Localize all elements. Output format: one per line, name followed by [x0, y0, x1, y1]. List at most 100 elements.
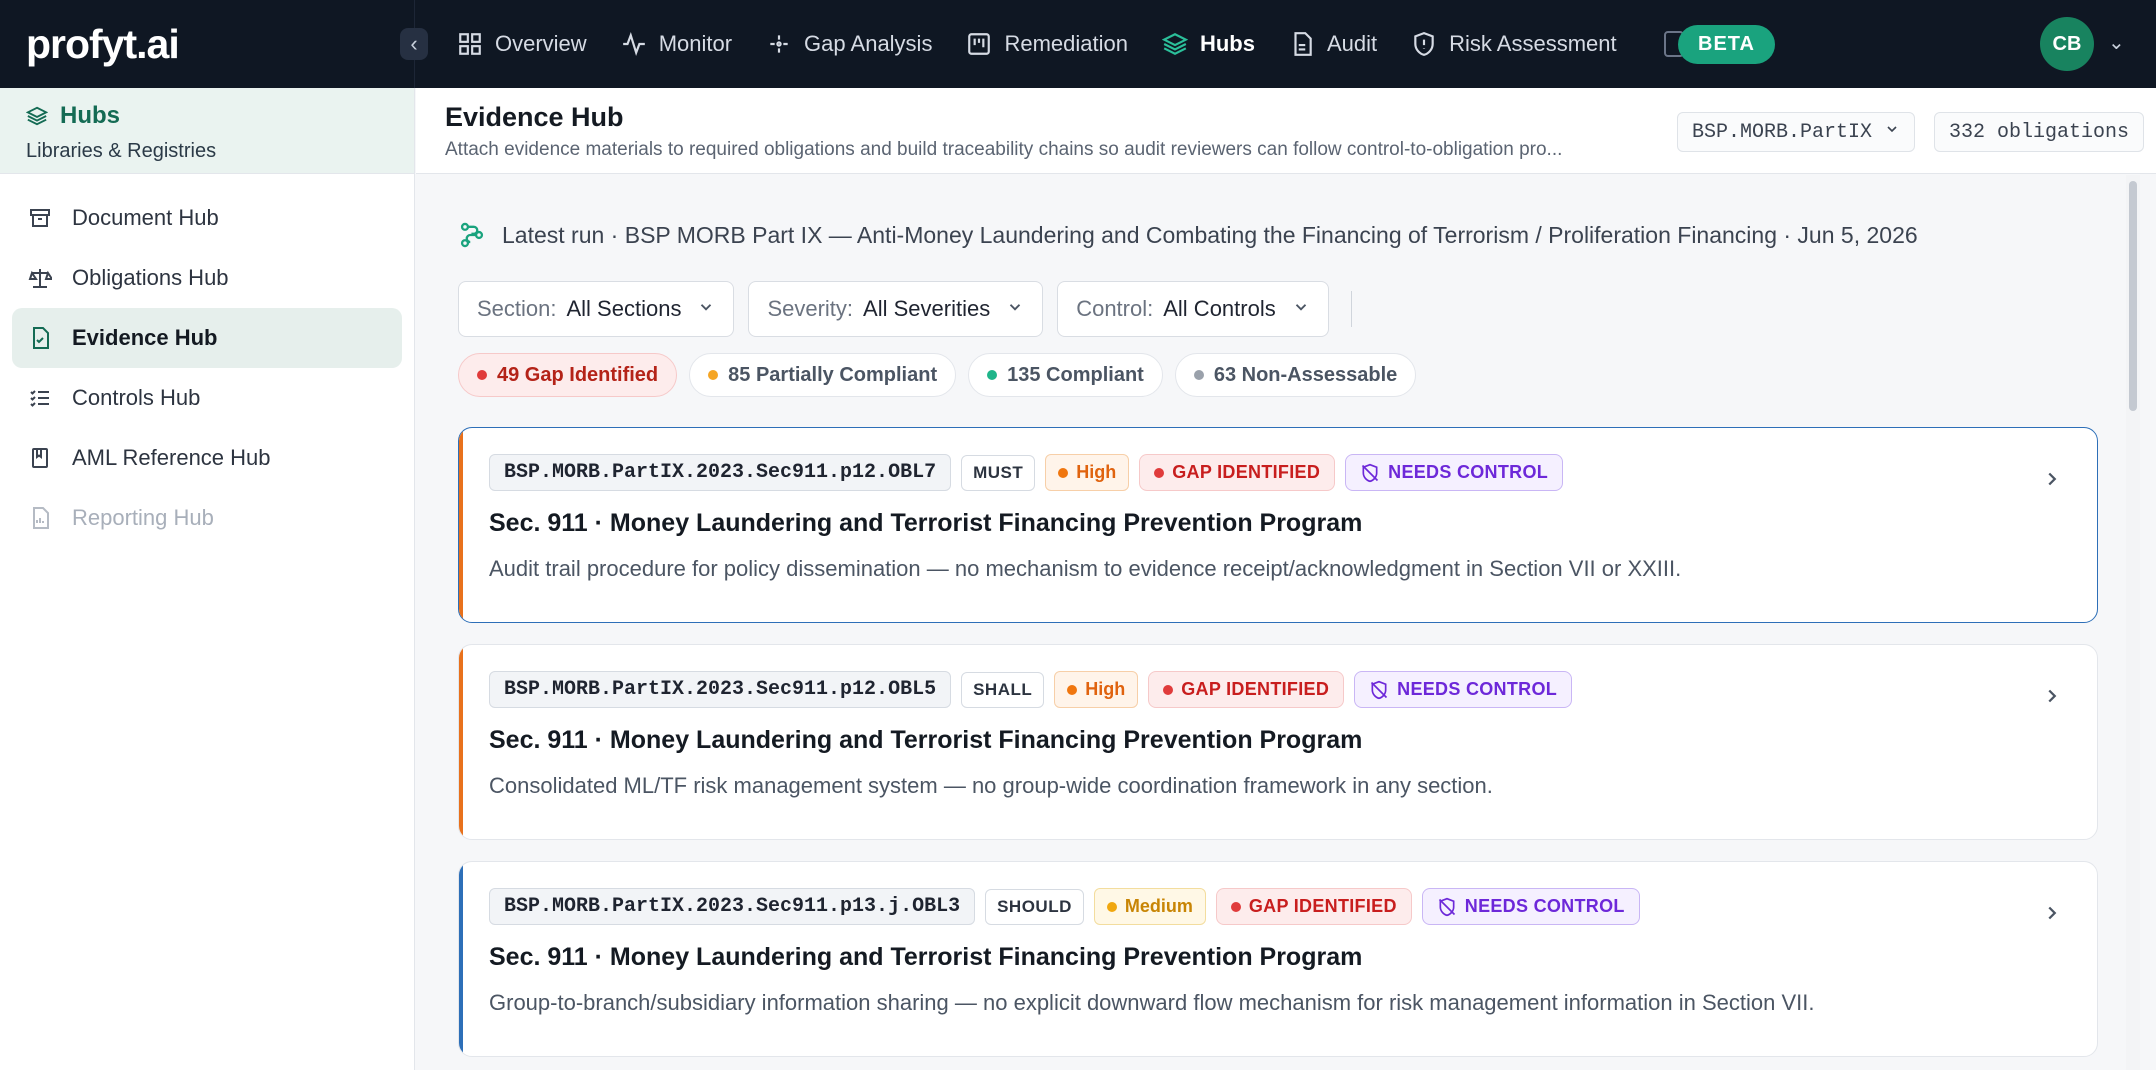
- pill-compliant[interactable]: 135 Compliant: [968, 353, 1163, 397]
- status-label: GAP IDENTIFIED: [1172, 462, 1321, 482]
- control-filter[interactable]: Control: All Controls: [1057, 281, 1329, 337]
- list-check-icon: [28, 386, 52, 410]
- sidebar-title-row: Hubs: [26, 102, 388, 130]
- status-label: GAP IDENTIFIED: [1248, 896, 1397, 916]
- severity-filter[interactable]: Severity: All Severities: [748, 281, 1044, 337]
- main-nav: Overview Monitor Gap Analysis Remediatio…: [415, 0, 1651, 88]
- modality-tag: MUST: [961, 454, 1036, 491]
- obligation-id-tag: BSP.MORB.PartIX.2023.Sec911.p13.j.OBL3: [489, 888, 976, 925]
- nav-item-remediation[interactable]: Remediation: [966, 0, 1128, 88]
- chevron-right-icon[interactable]: [2041, 685, 2063, 714]
- obligation-card[interactable]: BSP.MORB.PartIX.2023.Sec911.p12.OBL5 SHA…: [458, 644, 2098, 840]
- nav-item-hubs[interactable]: Hubs: [1161, 0, 1255, 88]
- sidebar-title: Hubs: [60, 102, 120, 129]
- filter-label: Control:: [1076, 296, 1154, 321]
- shield-off-icon: [1437, 897, 1457, 917]
- logo-area: profyt.ai ‹: [0, 0, 428, 88]
- app-logo[interactable]: profyt.ai: [26, 21, 180, 68]
- pill-label: 63 Non-Assessable: [1213, 363, 1398, 386]
- sidebar: Hubs Libraries & Registries Document Hub…: [0, 88, 415, 1070]
- chevron-right-icon[interactable]: [2041, 468, 2063, 497]
- sidebar-item-document-hub[interactable]: Document Hub: [12, 188, 402, 248]
- sidebar-item-label: Obligations Hub: [72, 265, 229, 290]
- severity-accent-bar: [459, 645, 463, 839]
- status-badge: GAP IDENTIFIED: [1139, 454, 1336, 491]
- status-dot: [1163, 684, 1174, 695]
- severity-label: High: [1076, 462, 1117, 482]
- status-dot: [1230, 901, 1241, 912]
- sidebar-item-label: AML Reference Hub: [72, 445, 271, 470]
- filter-bar: Section: All Sections Severity: All Seve…: [458, 281, 1352, 337]
- nav-item-monitor[interactable]: Monitor: [621, 0, 732, 88]
- file-icon: [1289, 31, 1315, 57]
- nav-label: Overview: [495, 31, 587, 56]
- chevron-left-icon: ‹: [410, 31, 418, 56]
- sidebar-item-controls-hub[interactable]: Controls Hub: [12, 368, 402, 428]
- card-tags: BSP.MORB.PartIX.2023.Sec911.p12.OBL7 MUS…: [489, 454, 2067, 491]
- needs-label: NEEDS CONTROL: [1464, 896, 1625, 916]
- obligation-list: BSP.MORB.PartIX.2023.Sec911.p12.OBL7 MUS…: [458, 427, 2098, 1070]
- user-avatar[interactable]: CB: [2040, 17, 2094, 71]
- page-description: Attach evidence materials to required ob…: [445, 139, 1563, 160]
- report-icon: [28, 506, 52, 530]
- nav-item-overview[interactable]: Overview: [457, 0, 587, 88]
- kanban-icon: [966, 31, 992, 57]
- card-description: Group-to-branch/subsidiary information s…: [489, 990, 1815, 1015]
- needs-label: NEEDS CONTROL: [1397, 679, 1558, 699]
- sidebar-item-obligations-hub[interactable]: Obligations Hub: [12, 248, 402, 308]
- severity-accent-bar: [459, 428, 463, 622]
- card-description: Consolidated ML/TF risk management syste…: [489, 773, 1493, 798]
- status-dot: [477, 370, 487, 380]
- status-badge: GAP IDENTIFIED: [1215, 888, 1412, 925]
- collapse-sidebar-button[interactable]: ‹: [400, 28, 428, 60]
- nav-item-gap-analysis[interactable]: Gap Analysis: [766, 0, 932, 88]
- status-dot: [987, 370, 998, 380]
- obligation-count-badge: 332 obligations: [1934, 112, 2145, 152]
- nav-item-risk-assessment[interactable]: Risk Assessment: [1411, 0, 1617, 88]
- modality-tag: SHOULD: [985, 888, 1084, 925]
- section-filter[interactable]: Section: All Sections: [458, 281, 735, 337]
- top-navigation-bar: profyt.ai ‹ Overview Monitor Gap Analysi…: [0, 0, 2156, 88]
- status-dot: [1193, 370, 1204, 380]
- sidebar-item-label: Controls Hub: [72, 385, 201, 410]
- summary-pills: 49 Gap Identified 85 Partially Compliant…: [458, 353, 1417, 397]
- chevron-down-icon: [1292, 296, 1310, 322]
- chevron-down-icon[interactable]: ⌄: [2108, 30, 2125, 55]
- severity-accent-bar: [459, 862, 463, 1056]
- regulation-select[interactable]: BSP.MORB.PartIX: [1677, 112, 1916, 152]
- card-tags: BSP.MORB.PartIX.2023.Sec911.p12.OBL5 SHA…: [489, 671, 2067, 708]
- chevron-right-icon[interactable]: [2041, 902, 2063, 931]
- modality-tag: SHALL: [961, 671, 1045, 708]
- pill-non-assessable[interactable]: 63 Non-Assessable: [1174, 353, 1417, 397]
- obligation-card[interactable]: BSP.MORB.PartIX.2023.Sec911.p13.j.OBL3 S…: [458, 861, 2098, 1057]
- card-title: Sec. 911 · Money Laundering and Terroris…: [489, 509, 1363, 537]
- sidebar-item-evidence-hub[interactable]: Evidence Hub: [12, 308, 402, 368]
- archive-icon: [28, 206, 52, 230]
- nav-label: Remediation: [1004, 31, 1128, 56]
- severity-label: High: [1085, 679, 1126, 699]
- scrollbar[interactable]: [2126, 175, 2140, 1070]
- scale-icon: [28, 266, 52, 290]
- nav-label: Risk Assessment: [1449, 31, 1617, 56]
- severity-tag: High: [1045, 454, 1130, 491]
- needs-control-badge: NEEDS CONTROL: [1354, 671, 1573, 708]
- sidebar-item-reporting-hub: Reporting Hub: [12, 488, 402, 548]
- pill-partially-compliant[interactable]: 85 Partially Compliant: [689, 353, 957, 397]
- severity-tag: High: [1054, 671, 1139, 708]
- shield-off-icon: [1369, 680, 1389, 700]
- card-title: Sec. 911 · Money Laundering and Terroris…: [489, 943, 1363, 971]
- pill-label: 49 Gap Identified: [497, 363, 659, 386]
- nav-item-audit[interactable]: Audit: [1289, 0, 1377, 88]
- needs-control-badge: NEEDS CONTROL: [1421, 888, 1640, 925]
- severity-dot: [1058, 467, 1069, 478]
- obligation-card[interactable]: BSP.MORB.PartIX.2023.Sec911.p12.OBL7 MUS…: [458, 427, 2098, 623]
- beta-badge: BETA: [1678, 25, 1775, 64]
- sidebar-item-label: Document Hub: [72, 205, 219, 230]
- scrollbar-thumb[interactable]: [2129, 181, 2137, 411]
- obligation-id-tag: BSP.MORB.PartIX.2023.Sec911.p12.OBL7: [489, 454, 952, 491]
- sidebar-header: Hubs Libraries & Registries: [0, 88, 414, 174]
- pill-gap-identified[interactable]: 49 Gap Identified: [458, 353, 678, 397]
- sidebar-item-aml-reference-hub[interactable]: AML Reference Hub: [12, 428, 402, 488]
- sidebar-subtitle: Libraries & Registries: [26, 140, 217, 162]
- needs-control-badge: NEEDS CONTROL: [1345, 454, 1564, 491]
